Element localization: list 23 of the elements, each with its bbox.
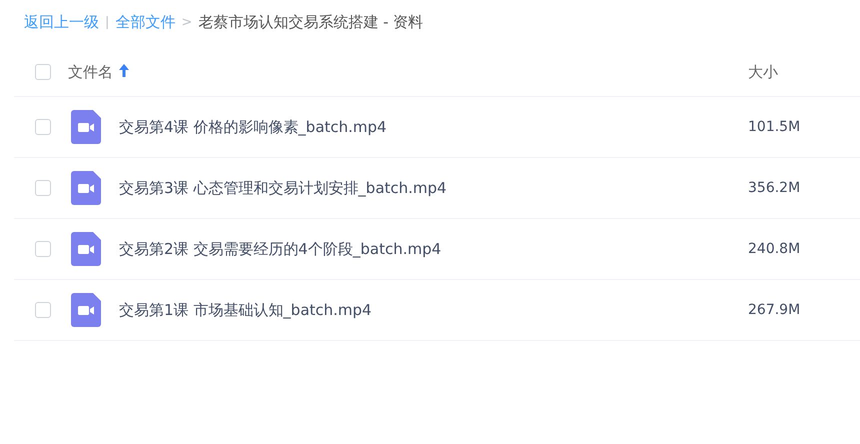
video-file-icon (71, 171, 101, 205)
file-name[interactable]: 交易第2课 交易需要经历的4个阶段_batch.mp4 (119, 240, 442, 258)
column-header[interactable]: 文件名 (68, 62, 129, 82)
column-header[interactable]: 大小 (748, 62, 778, 80)
sort-up-icon[interactable] (119, 64, 129, 76)
divider-text: | (105, 14, 110, 30)
checkbox[interactable] (35, 241, 51, 257)
checkbox[interactable] (35, 302, 51, 318)
file-size: 356.2M (748, 180, 800, 196)
breadcrumb-arrow: > (181, 14, 192, 30)
video-file-icon (71, 293, 101, 327)
file-name[interactable]: 交易第1课 市场基础认知_batch.mp4 (119, 300, 372, 320)
file-size: 101.5M (748, 119, 800, 135)
checkbox[interactable] (35, 119, 51, 135)
file-size: 240.8M (748, 241, 800, 257)
video-file-icon (71, 232, 101, 266)
file-name[interactable]: 交易第3课 心态管理和交易计划安排_batch.mp4 (119, 178, 447, 198)
file-name[interactable]: 交易第4课 价格的影响像素_batch.mp4 (119, 118, 387, 136)
file-size: 267.9M (748, 302, 800, 318)
folder-title: 老蔡市场认知交易系统搭建 - 资料 (198, 12, 424, 32)
video-file-icon (71, 110, 101, 144)
checkbox[interactable] (35, 64, 51, 80)
checkbox[interactable] (35, 180, 51, 196)
